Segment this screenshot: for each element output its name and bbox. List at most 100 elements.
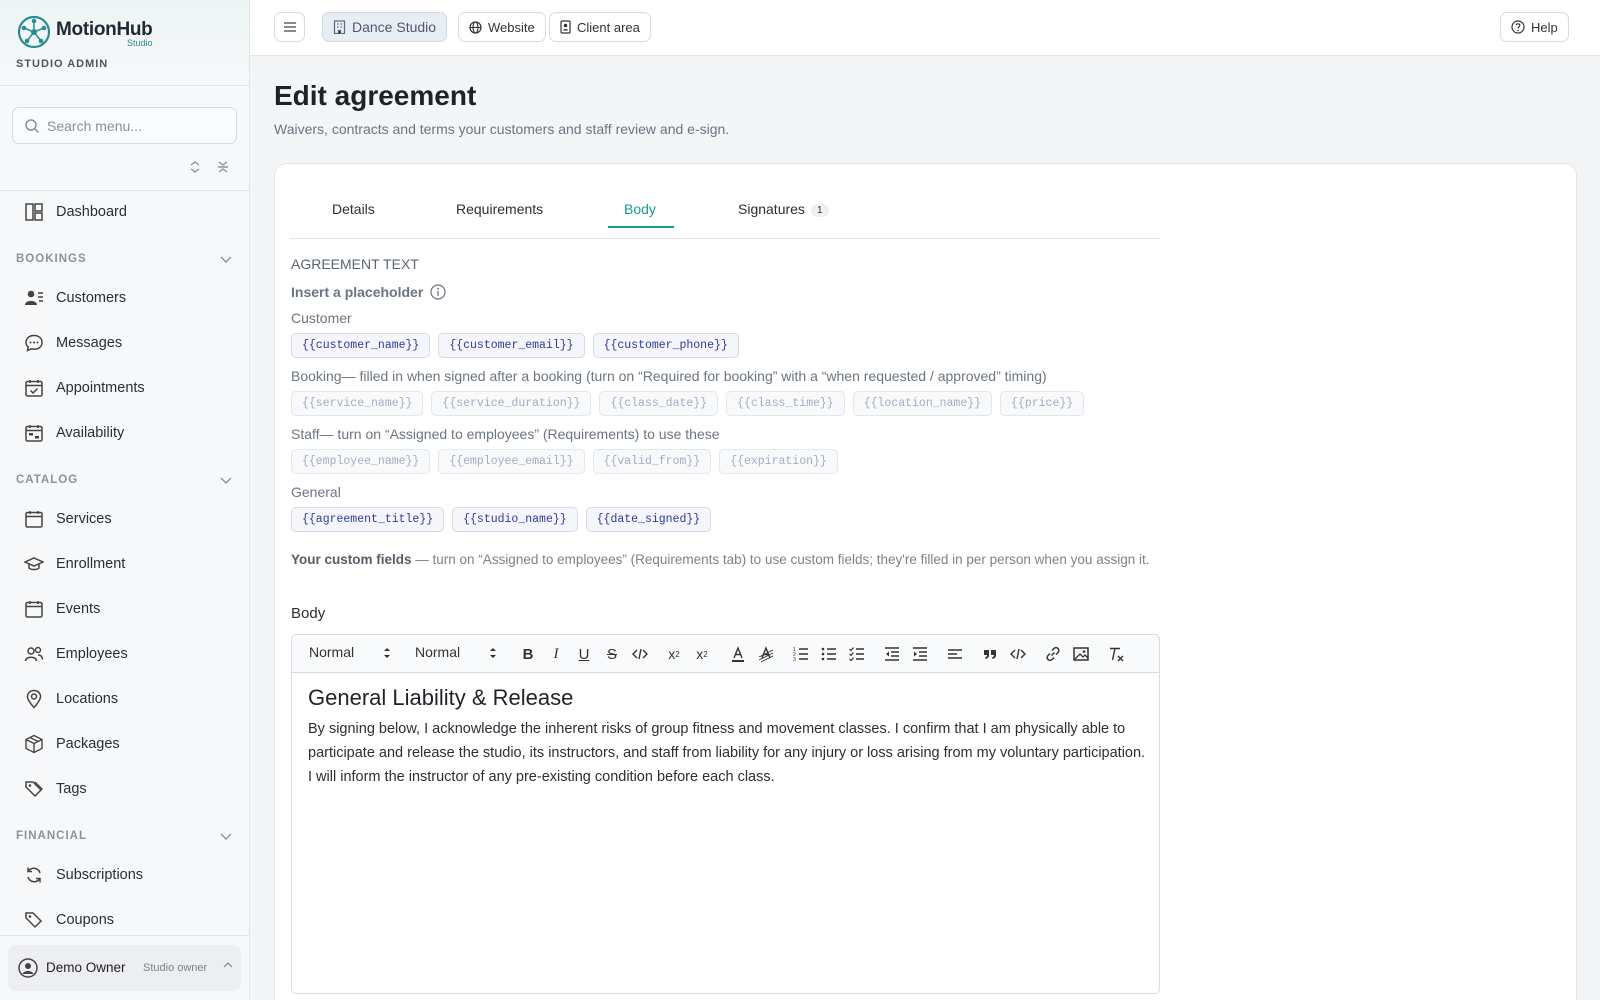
sidebar: MotionHub Studio STUDIO ADMIN Dashboard …	[0, 0, 250, 1000]
collapse-all-icon[interactable]	[216, 160, 230, 174]
website-label: Website	[488, 19, 535, 35]
ordered-list-icon[interactable]: 123	[792, 645, 810, 663]
bullet-list-icon[interactable]	[820, 645, 838, 663]
refresh-icon	[27, 867, 41, 883]
text-color-icon[interactable]	[729, 645, 747, 663]
placeholder-chip: {{class_time}}	[726, 391, 845, 416]
underline-icon[interactable]: U	[575, 645, 593, 663]
calendar-icon	[25, 601, 43, 618]
calendar-check-icon	[25, 380, 43, 397]
sidebar-item-customers[interactable]: Customers	[0, 278, 250, 318]
clear-format-icon[interactable]	[1107, 645, 1125, 663]
active-tab-indicator	[608, 226, 674, 228]
sidebar-item-label: Availability	[56, 425, 125, 441]
link-icon[interactable]	[1044, 645, 1062, 663]
insert-placeholder-heading: Insert a placeholder	[291, 284, 446, 300]
sidebar-item-subscriptions[interactable]: Subscriptions	[0, 855, 250, 895]
sidebar-item-availability[interactable]: Availability	[0, 413, 250, 453]
menu-toggle-button[interactable]	[274, 12, 305, 42]
tags-icon	[25, 781, 43, 798]
placeholder-chip: {{employee_name}}	[291, 449, 431, 474]
placeholder-chip: {{service_name}}	[291, 391, 424, 416]
customers-icon	[25, 290, 43, 305]
dashboard-icon	[25, 203, 43, 221]
indent-icon[interactable]	[911, 645, 929, 663]
subscript-icon[interactable]: x2	[665, 645, 683, 663]
sidebar-item-coupons[interactable]: Coupons	[0, 900, 250, 940]
placeholder-chip: {{class_date}}	[599, 391, 719, 416]
sidebar-item-employees[interactable]: Employees	[0, 634, 250, 674]
svg-text:3: 3	[793, 657, 796, 663]
sidebar-item-label: Customers	[56, 290, 127, 306]
search-input[interactable]	[47, 116, 227, 136]
italic-icon[interactable]: I	[547, 645, 565, 663]
sidebar-item-tags[interactable]: Tags	[0, 769, 250, 809]
signatures-count-badge: 1	[810, 204, 829, 217]
sidebar-item-label: Enrollment	[56, 556, 126, 572]
strikethrough-icon[interactable]: S	[603, 645, 621, 663]
expand-all-icon[interactable]	[188, 160, 202, 174]
tab-body[interactable]: Body	[624, 201, 656, 217]
superscript-icon[interactable]: x2	[693, 645, 711, 663]
tab-requirements[interactable]: Requirements	[456, 201, 543, 217]
placeholder-chip: {{valid_from}}	[592, 449, 712, 474]
align-icon[interactable]	[946, 645, 964, 663]
chevron-down-icon[interactable]	[220, 254, 232, 264]
sidebar-item-enrollment[interactable]: Enrollment	[0, 544, 250, 584]
user-menu[interactable]: Demo Owner Studio owner	[8, 945, 241, 991]
size-select[interactable]: Normal	[415, 644, 500, 660]
placeholder-chip: {{employee_email}}	[438, 449, 585, 474]
editor-toolbar: Normal Normal B I U S x2 x2 123	[292, 635, 1159, 673]
sidebar-item-packages[interactable]: Packages	[0, 724, 250, 764]
booking-group-label: Booking— filled in when signed after a b…	[291, 368, 1047, 384]
placeholder-chip[interactable]: {{date_signed}}	[585, 507, 712, 532]
sidebar-item-services[interactable]: Services	[0, 499, 250, 539]
bold-icon[interactable]: B	[519, 645, 537, 663]
staff-group-label: Staff— turn on “Assigned to employees” (…	[291, 426, 720, 442]
info-icon[interactable]	[430, 284, 446, 300]
document-paragraph: By signing below, I acknowledge the inhe…	[308, 721, 1146, 761]
placeholder-chip[interactable]: {{studio_name}}	[452, 507, 578, 532]
staff-chips: {{employee_name}} {{employee_email}} {{v…	[291, 449, 838, 474]
globe-icon	[469, 20, 482, 34]
highlight-icon[interactable]	[757, 645, 775, 663]
blockquote-icon[interactable]	[981, 645, 999, 663]
sidebar-item-label: Employees	[56, 646, 128, 662]
sidebar-item-events[interactable]: Events	[0, 589, 250, 629]
outdent-icon[interactable]	[883, 645, 901, 663]
user-name: Demo Owner	[46, 960, 126, 975]
size-select-value: Normal	[415, 644, 461, 660]
sidebar-item-label: Events	[56, 601, 101, 617]
placeholder-chip[interactable]: {{agreement_title}}	[291, 507, 445, 532]
client-area-button[interactable]: Client area	[549, 12, 651, 42]
website-button[interactable]: Website	[458, 12, 546, 42]
chevron-down-icon[interactable]	[220, 475, 232, 485]
sidebar-item-dashboard[interactable]: Dashboard	[0, 192, 250, 232]
placeholder-chip: {{service_duration}}	[431, 391, 592, 416]
studio-switcher-button[interactable]: Dance Studio	[322, 12, 448, 42]
code-block-icon[interactable]	[1009, 645, 1027, 663]
sidebar-item-locations[interactable]: Locations	[0, 679, 250, 719]
brand-sub: Studio	[127, 38, 153, 48]
placeholder-chip: {{price}}	[1000, 391, 1085, 416]
placeholder-chip[interactable]: {{customer_email}}	[438, 333, 585, 358]
tab-details[interactable]: Details	[332, 201, 375, 217]
editor-content[interactable]: General Liability & Release By signing b…	[308, 685, 1148, 789]
checklist-icon[interactable]	[848, 645, 866, 663]
placeholder-chip[interactable]: {{customer_name}}	[291, 333, 431, 358]
select-arrows-icon	[384, 648, 390, 658]
image-icon[interactable]	[1072, 645, 1090, 663]
heading-select[interactable]: Normal	[309, 644, 394, 660]
sidebar-item-label: Coupons	[56, 912, 115, 928]
tab-signatures[interactable]: Signatures 1	[738, 201, 829, 217]
chevron-down-icon[interactable]	[220, 831, 232, 841]
sidebar-item-messages[interactable]: Messages	[0, 323, 250, 363]
brand: MotionHub Studio STUDIO ADMIN	[0, 0, 249, 86]
select-arrows-icon	[490, 648, 496, 658]
sidebar-item-appointments[interactable]: Appointments	[0, 368, 250, 408]
placeholder-chip[interactable]: {{customer_phone}}	[592, 333, 739, 358]
services-icon	[25, 511, 43, 528]
search-box[interactable]	[12, 107, 237, 144]
help-button[interactable]: Help	[1500, 12, 1569, 42]
inline-code-icon[interactable]	[631, 645, 649, 663]
